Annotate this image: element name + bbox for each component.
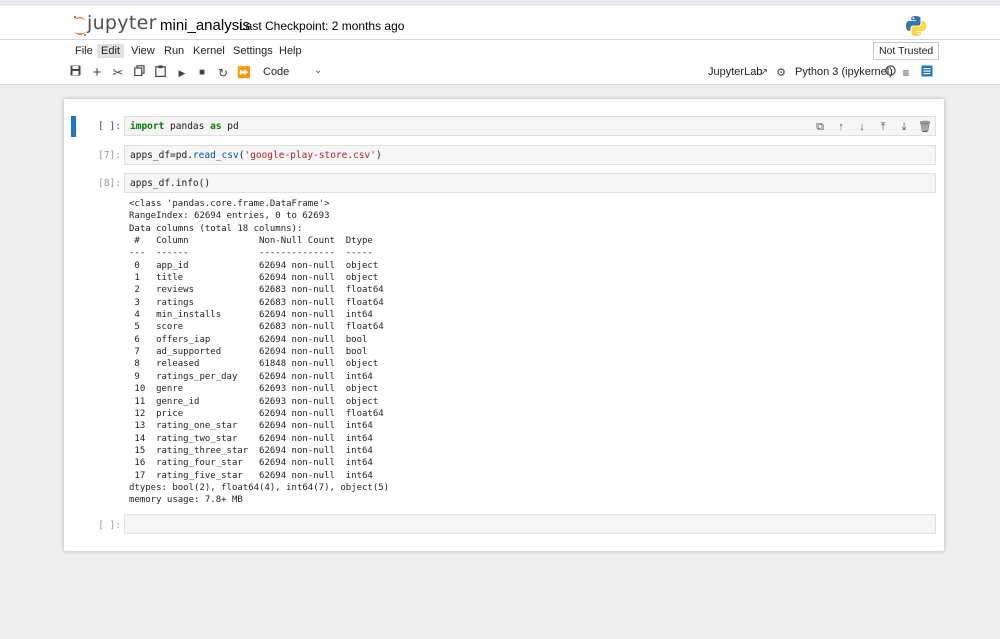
jupyterlab-link[interactable]: JupyterLab	[708, 66, 762, 78]
menu-file[interactable]: File	[71, 44, 97, 58]
output-line: 10 genre 62693 non-null object	[129, 384, 384, 395]
kernel-status-icon	[882, 65, 898, 81]
paste-icon[interactable]	[152, 65, 168, 81]
code-cell-3[interactable]: apps_df.info()	[124, 173, 936, 193]
output-line: dtypes: bool(2), float64(4), int64(7), o…	[129, 482, 390, 493]
code-cell-4[interactable]	[124, 514, 936, 534]
kernel-name[interactable]: Python 3 (ipykernel)	[795, 66, 893, 78]
output-line: 16 rating_four_star 62694 non-null int64	[129, 458, 384, 469]
delete-cell-icon[interactable]: 🗑	[918, 120, 932, 134]
move-down-icon[interactable]: ↓	[855, 120, 869, 134]
output-line: --- ------ -------------- -----	[129, 248, 384, 259]
trust-button[interactable]: Not Trusted	[873, 42, 940, 60]
notebook-name[interactable]: mini_analysis	[160, 17, 250, 34]
restart-icon[interactable]: ↻	[215, 65, 231, 81]
checkpoint-status: Last Checkpoint: 2 months ago	[239, 19, 405, 33]
notebook-view-icon[interactable]	[919, 65, 935, 81]
output-line: 2 reviews 62683 non-null float64	[129, 285, 384, 296]
cell-prompt: [8]:	[98, 178, 121, 189]
output-line: 14 rating_two_star 62694 non-null int64	[129, 433, 384, 444]
menu-edit[interactable]: Edit	[97, 44, 124, 58]
notebook-panel: [ ]: import pandas as pd ⧉ ↑ ↓ ⤒ ⤓ 🗑 [7]…	[64, 99, 944, 551]
cell-prompt: [ ]:	[98, 121, 121, 132]
duplicate-cell-icon[interactable]: ⧉	[813, 120, 827, 134]
cell-type-select[interactable]: Code	[263, 66, 289, 78]
output-line: 0 app_id 62694 non-null object	[129, 260, 384, 271]
save-icon[interactable]	[67, 65, 83, 81]
header: jupyter mini_analysis Last Checkpoint: 2…	[0, 6, 1000, 39]
cell-output: <class 'pandas.core.frame.DataFrame'> Ran…	[129, 198, 929, 507]
stop-icon[interactable]: ■	[194, 65, 210, 81]
output-line: 15 rating_three_star 62694 non-null int6…	[129, 445, 384, 456]
copy-icon[interactable]	[131, 65, 147, 81]
run-icon[interactable]: ▶	[174, 65, 190, 81]
output-line: # Column Non-Null Count Dtype	[129, 236, 384, 247]
output-line: 11 genre_id 62693 non-null object	[129, 396, 384, 407]
output-line: 12 price 62694 non-null float64	[129, 408, 384, 419]
output-line: 4 min_installs 62694 non-null int64	[129, 310, 384, 321]
logo-text: jupyter	[87, 12, 157, 34]
menu-hamburger-icon[interactable]: ≡	[898, 65, 914, 81]
menu-run[interactable]: Run	[160, 44, 188, 58]
jupyter-orbit-icon	[73, 15, 86, 36]
cut-icon[interactable]: ✂	[110, 65, 126, 81]
menu-kernel[interactable]: Kernel	[189, 44, 229, 58]
menu-view[interactable]: View	[127, 44, 159, 58]
cell-prompt: [ ]:	[98, 520, 121, 531]
output-line: <class 'pandas.core.frame.DataFrame'>	[129, 199, 330, 209]
code-cell-2[interactable]: apps_df=pd.read_csv('google-play-store.c…	[124, 145, 936, 165]
output-line: 17 rating_five_star 62694 non-null int64	[129, 470, 384, 481]
menu-help[interactable]: Help	[275, 44, 306, 58]
output-line: Data columns (total 18 columns):	[129, 223, 303, 234]
insert-above-icon[interactable]: ⤒	[876, 120, 890, 134]
external-link-icon[interactable]: ↗	[756, 65, 772, 81]
insert-below-icon[interactable]: ⤓	[897, 120, 911, 134]
fast-forward-icon[interactable]: ⏩	[236, 65, 252, 81]
menu-settings[interactable]: Settings	[229, 44, 277, 58]
jupyter-logo[interactable]: jupyter	[73, 12, 156, 39]
output-line: 7 ad_supported 62694 non-null bool	[129, 347, 384, 358]
output-line: memory usage: 7.8+ MB	[129, 495, 243, 506]
output-line: 6 offers_iap 62694 non-null bool	[129, 334, 384, 345]
add-cell-icon[interactable]: +	[89, 65, 105, 81]
output-line: 8 released 61848 non-null object	[129, 359, 384, 370]
cell-prompt: [7]:	[98, 150, 121, 161]
output-line: RangeIndex: 62694 entries, 0 to 62693	[129, 211, 330, 222]
output-line: 5 score 62683 non-null float64	[129, 322, 384, 333]
output-line: 1 title 62694 non-null object	[129, 273, 384, 284]
output-line: 13 rating_one_star 62694 non-null int64	[129, 421, 384, 432]
output-line: 9 ratings_per_day 62694 non-null int64	[129, 371, 384, 382]
settings-gear-icon[interactable]: ⚙	[773, 65, 789, 81]
toolbar: + ✂ ▶ ■ ↻ ⏩ Code ⌄ JupyterLab ↗ ⚙ Python…	[0, 62, 1000, 85]
output-line: 3 ratings 62683 non-null float64	[129, 297, 384, 308]
python-logo-icon	[906, 16, 926, 36]
move-up-icon[interactable]: ↑	[834, 120, 848, 134]
menu-bar: File Edit View Run Kernel Settings Help …	[0, 39, 1000, 62]
chevron-down-icon[interactable]: ⌄	[314, 65, 322, 76]
